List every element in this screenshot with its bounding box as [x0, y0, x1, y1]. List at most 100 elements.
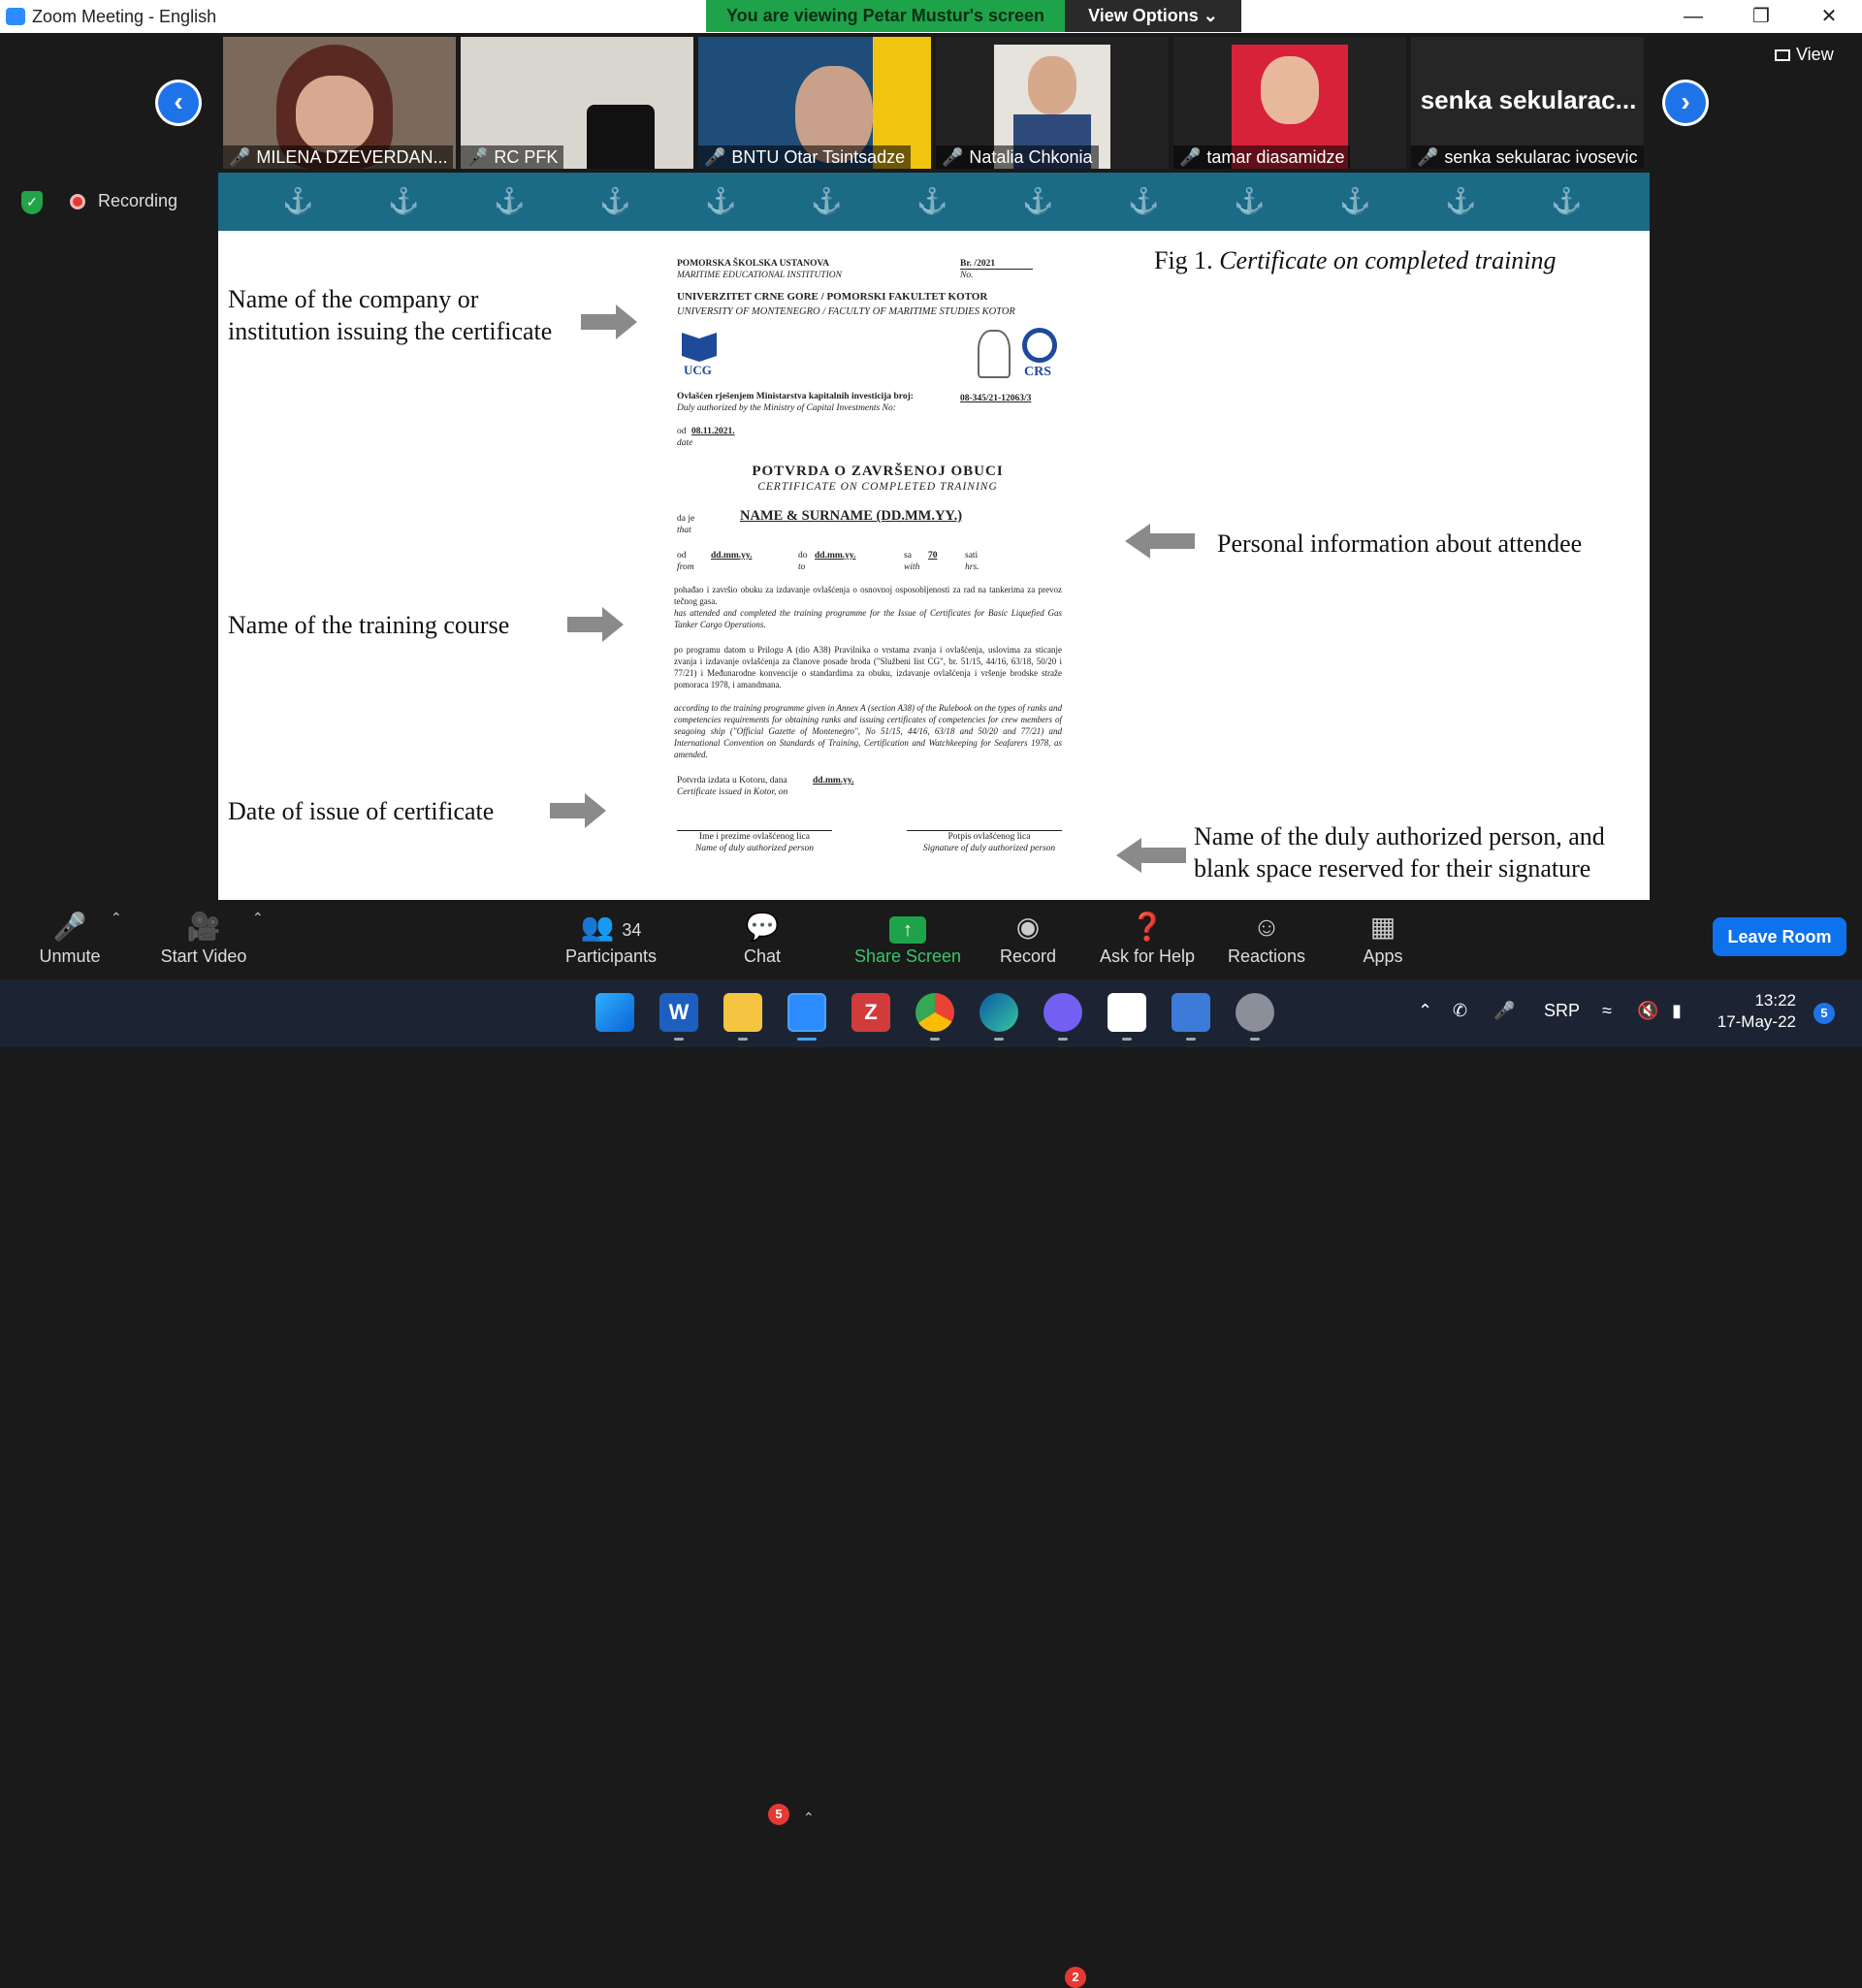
file-explorer-icon[interactable] — [723, 993, 762, 1032]
cert-hours: 70 — [928, 551, 938, 561]
viber-app-icon[interactable] — [1043, 993, 1082, 1032]
participant-tile[interactable]: 🎤 RC PFK — [461, 37, 693, 169]
participant-name: 🎤 RC PFK — [461, 145, 564, 169]
participant-tile[interactable]: 🎤 MILENA DZEVERDAN... — [223, 37, 456, 169]
cert-sig-right-en: Signature of duly authorized person — [922, 844, 1056, 853]
chat-button[interactable]: 💬 Chat — [704, 900, 820, 978]
participant-tile[interactable]: 🎤 BNTU Otar Tsintsadze — [698, 37, 931, 169]
view-options-button[interactable]: View Options ⌄ — [1065, 0, 1241, 32]
zoom-taskbar-icon[interactable] — [787, 993, 826, 1032]
participants-button[interactable]: 👥 34 Participants — [543, 900, 679, 978]
muted-mic-icon: 🎤 — [229, 147, 251, 167]
security-shield-icon[interactable]: ✓ — [21, 191, 43, 214]
participant-video — [587, 105, 655, 169]
cert-programme-en: according to the training programme give… — [674, 703, 1062, 759]
cert-programme-hr: po programu datom u Prilogu A (dio A38) … — [674, 645, 1062, 689]
windows-start-icon[interactable] — [595, 993, 634, 1032]
anchor-icon: ⚓ — [705, 186, 737, 215]
cert-course-hr: pohađao i završio obuku za izdavanje ovl… — [674, 585, 1062, 606]
volume-muted-icon[interactable]: 🔇 — [1637, 1001, 1658, 1021]
cert-sa: sa — [904, 551, 912, 561]
participant-name: 🎤 senka sekularac ivosevic — [1411, 145, 1644, 169]
window-title: Zoom Meeting - English — [32, 7, 217, 26]
cert-institution: POMORSKA ŠKOLSKA USTANOVA — [677, 259, 829, 269]
anchor-icon: ⚓ — [916, 186, 948, 215]
participant-tile[interactable]: senka sekularac... 🎤 senka sekularac ivos… — [1411, 37, 1644, 169]
microphone-tray-icon[interactable]: 🎤 — [1493, 1001, 1515, 1021]
chevron-up-icon[interactable]: ⌃ — [1418, 1001, 1432, 1021]
muted-mic-icon: 🎤 — [1417, 147, 1439, 167]
cert-authorization-en: Duly authorized by the Ministry of Capit… — [677, 403, 896, 413]
keyboard-language[interactable]: SRP — [1544, 1001, 1580, 1021]
close-button[interactable]: ✕ — [1800, 0, 1858, 33]
cert-sati: sati — [965, 551, 979, 561]
share-screen-label: Share Screen — [853, 946, 962, 966]
cert-hrs: hrs. — [965, 562, 979, 572]
cert-from-en: from — [677, 562, 694, 572]
viber-tray-icon[interactable]: ✆ — [1453, 1001, 1467, 1021]
apps-button[interactable]: ▦ Apps — [1325, 900, 1441, 978]
windows-taskbar: W Z 2 ⌃ ✆ 🎤 SRP ≈ 🔇 ▮ 13:22 17-May-22 5 — [0, 979, 1862, 1988]
cert-course-en: has attended and completed the training … — [674, 608, 1062, 629]
participant-tile[interactable]: 🎤 Natalia Chkonia — [936, 37, 1169, 169]
record-button[interactable]: ◉ Record — [970, 900, 1086, 978]
mail-app-icon[interactable] — [1172, 993, 1210, 1032]
cert-issue-date: dd.mm.yy. — [813, 776, 854, 786]
cert-sig-right: Potpis ovlašćenog lica — [947, 832, 1031, 842]
annotation-date: Date of issue of certificate — [228, 797, 495, 825]
snipping-tool-icon[interactable] — [1108, 993, 1146, 1032]
cert-number: Br. /2021 — [960, 259, 1033, 270]
share-screen-button[interactable]: ↑ Share Screen — [840, 900, 976, 978]
annotation-authorized: Name of the duly authorized person, and … — [1194, 822, 1605, 882]
apps-label: Apps — [1363, 946, 1403, 966]
reactions-icon: ☺ — [1252, 912, 1281, 942]
word-app-icon[interactable]: W — [659, 993, 698, 1032]
reactions-button[interactable]: ☺ Reactions — [1208, 900, 1325, 978]
battery-icon[interactable]: ▮ — [1672, 1001, 1682, 1021]
cert-date-en: date — [677, 438, 693, 448]
unmute-label: Unmute — [39, 946, 101, 966]
muted-mic-icon: 🎤 — [1179, 147, 1202, 167]
participant-face — [1261, 56, 1319, 124]
bureau-veritas-logo-icon — [978, 330, 1011, 378]
restore-button[interactable]: ❐ — [1732, 0, 1790, 33]
ask-for-help-button[interactable]: ❓ Ask for Help — [1086, 900, 1208, 978]
clock-time[interactable]: 13:22 — [1722, 991, 1796, 1010]
participant-name: 🎤 tamar diasamidze — [1173, 145, 1351, 169]
cert-authorization-number: 08-345/21-12063/3 — [960, 394, 1032, 403]
cert-from: od — [677, 551, 687, 561]
taskbar-indicator — [1058, 1038, 1068, 1041]
video-off-icon: 🎥 — [186, 912, 221, 942]
cert-number-en: No. — [960, 271, 974, 280]
anchor-icon: ⚓ — [599, 186, 631, 215]
zoom-app-icon — [6, 8, 25, 25]
chrome-app-icon[interactable] — [915, 993, 954, 1032]
leave-room-button[interactable]: Leave Room — [1713, 917, 1846, 956]
clock-date[interactable]: 17-May-22 — [1717, 1012, 1796, 1032]
minimize-button[interactable]: — — [1664, 0, 1722, 33]
anchor-icon: ⚓ — [494, 186, 526, 215]
start-video-button[interactable]: 🎥 Start Video — [145, 900, 262, 978]
zotero-app-icon[interactable]: Z — [851, 993, 890, 1032]
chat-options-caret[interactable]: ⌃ — [803, 1810, 815, 1826]
arrow-left-icon — [1125, 524, 1195, 559]
notification-badge[interactable]: 5 — [1814, 1003, 1835, 1024]
view-button[interactable]: View — [1775, 45, 1834, 65]
help-label: Ask for Help — [1099, 946, 1196, 966]
start-video-label: Start Video — [160, 946, 247, 966]
audio-options-caret[interactable]: ⌃ — [111, 910, 122, 926]
recording-label: Recording — [98, 191, 178, 210]
chevron-left-icon: ‹ — [158, 82, 199, 123]
wifi-icon[interactable]: ≈ — [1602, 1001, 1612, 1021]
cert-da-je: da je — [677, 514, 695, 524]
cert-sig-left-en: Name of duly authorized person — [695, 844, 814, 853]
crs-logo-icon — [1022, 328, 1057, 363]
participant-tile[interactable]: 🎤 tamar diasamidze — [1173, 37, 1406, 169]
next-page-button[interactable]: › — [1662, 80, 1709, 126]
edge-app-icon[interactable] — [979, 993, 1018, 1032]
settings-gear-icon[interactable] — [1236, 993, 1274, 1032]
cert-with: with — [904, 562, 920, 572]
chat-icon: 💬 — [745, 912, 780, 942]
video-options-caret[interactable]: ⌃ — [252, 910, 264, 926]
prev-page-button[interactable]: ‹ — [155, 80, 202, 126]
